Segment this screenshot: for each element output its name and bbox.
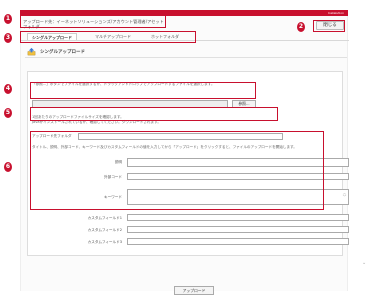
callout-box-destination [30,107,278,121]
section-header: シングルアップロード [25,46,347,58]
custom-field-3-input[interactable] [127,238,349,245]
custom-field-1-input[interactable] [127,214,349,221]
field-label: カスタムフィールド1 [87,216,122,220]
callout-badge-1: 1 [4,14,12,24]
callout-badge-4: 4 [4,84,12,94]
textarea-scroll-icon[interactable]: ︿ ﹀ [342,191,347,199]
upload-button[interactable]: アップロード [174,286,214,295]
scroll-down-icon[interactable]: ⌄ [362,260,366,266]
callout-badge-2: 2 [297,22,305,32]
field-label: カスタムフィールド2 [87,228,122,232]
custom-field-2-input[interactable] [127,226,349,233]
callout-badge-6: 6 [4,162,12,172]
callout-box-file [30,82,256,99]
callout-badge-5: 5 [4,108,12,118]
callout-box-breadcrumb [20,14,166,28]
callout-box-tabs [20,31,196,43]
upload-icon [27,47,36,56]
section-title: シングルアップロード [40,50,85,55]
callout-box-metadata [30,131,324,210]
callout-badge-3: 3 [4,33,12,43]
callout-box-close [313,20,345,32]
field-label: カスタムフィールド3 [87,240,122,244]
